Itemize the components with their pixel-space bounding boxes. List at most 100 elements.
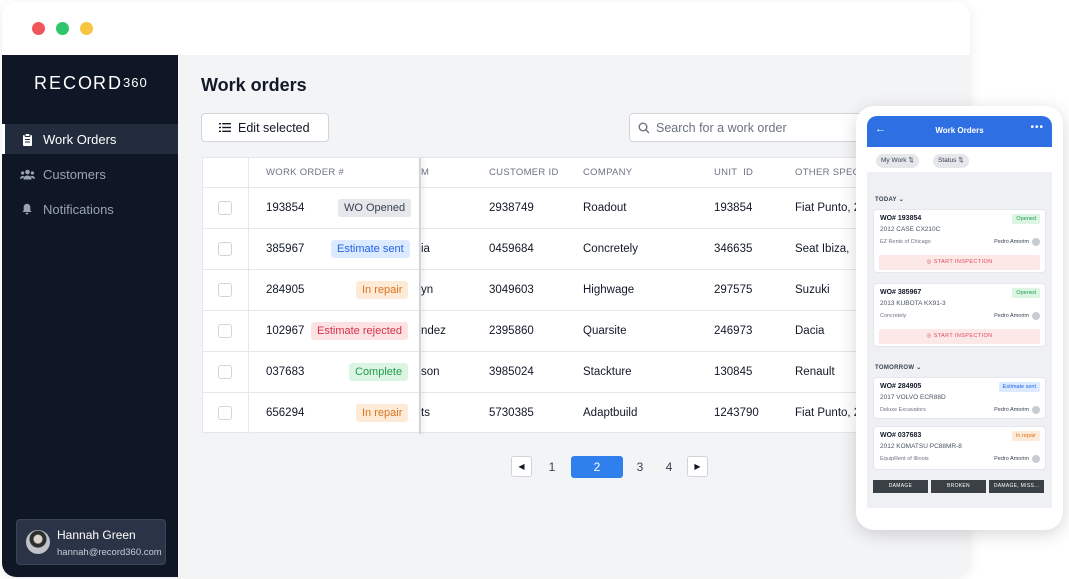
section-today[interactable]: TODAY ⌄ — [875, 196, 904, 203]
row-checkbox[interactable] — [218, 242, 232, 256]
start-inspection-button[interactable]: ◎ START INSPECTION — [879, 329, 1040, 344]
phone-work-order-card[interactable]: WO# 037683 2012 KOMATSU PC88MR-8 EquipRe… — [873, 426, 1046, 470]
start-inspection-button[interactable]: ◎ START INSPECTION — [879, 255, 1040, 270]
edit-selected-button[interactable]: Edit selected — [201, 113, 329, 142]
sticky-column-shadow — [419, 158, 421, 434]
sidebar-item-label: Notifications — [43, 201, 114, 217]
customer-id: 2938749 — [489, 202, 534, 214]
unit-id: 1243790 — [714, 407, 759, 419]
column-header-customer-id[interactable]: CUSTOMER ID — [489, 158, 559, 187]
table-row[interactable]: 284905 In repair yn 3049603 Highwage 297575 Su… — [203, 269, 970, 310]
table-row[interactable]: 102967 Estimate rejected ndez 2395860 Quarsi… — [203, 310, 970, 351]
damage-photo-thumb[interactable]: DAMAGE — [873, 480, 928, 493]
sidebar-item-work-orders[interactable]: Work Orders — [2, 124, 178, 154]
status-badge: In repair — [356, 281, 409, 299]
filter-status[interactable]: Status ⇅ — [933, 154, 969, 168]
card-wo-number: WO# 385967 — [880, 289, 922, 296]
work-order-number[interactable]: 037683 — [266, 352, 304, 392]
phone-work-order-card[interactable]: WO# 193854 2012 CASE CX210C EZ Rents of … — [873, 209, 1046, 273]
card-status-badge: In repair — [1011, 431, 1040, 441]
sidebar-item-customers[interactable]: Customers — [2, 159, 178, 189]
sort-icon: ⇅ — [958, 157, 964, 164]
work-order-number[interactable]: 385967 — [266, 229, 304, 269]
avatar — [26, 530, 50, 554]
user-name: Hannah Green — [57, 528, 136, 542]
section-tomorrow[interactable]: TOMORROW ⌄ — [875, 364, 922, 371]
table-row[interactable]: 656294 In repair ts 5730385 Adaptbuild 124379… — [203, 392, 970, 433]
work-order-number[interactable]: 656294 — [266, 393, 304, 433]
card-wo-number: WO# 193854 — [880, 215, 922, 222]
customer-name-fragment: yn — [421, 284, 434, 296]
clipboard-icon — [19, 132, 35, 146]
person-icon — [1032, 406, 1040, 414]
card-company: EZ Rents of Chicago — [880, 239, 931, 245]
table-row[interactable]: 193854 WO Opened 2938749 Roadout 193854 Fiat … — [203, 187, 970, 228]
company: Roadout — [583, 202, 627, 214]
page-4-button[interactable]: 4 — [656, 456, 682, 478]
customer-id: 5730385 — [489, 407, 534, 419]
row-checkbox[interactable] — [218, 201, 232, 215]
page-1-button[interactable]: 1 — [539, 456, 565, 478]
page-3-button[interactable]: 3 — [627, 456, 653, 478]
company: Concretely — [583, 243, 638, 255]
card-model: 2012 CASE CX210C — [880, 226, 941, 233]
user-email: hannah@record360.com — [57, 547, 162, 558]
table-row[interactable]: 385967 Estimate sent ia 0459684 Concretely 34… — [203, 228, 970, 269]
target-icon: ◎ — [926, 333, 932, 339]
page-2-button[interactable]: 2 — [571, 456, 623, 478]
person-icon — [1032, 238, 1040, 246]
chevron-left-icon: ◀ — [518, 462, 525, 471]
previous-page-button[interactable]: ◀ — [511, 456, 532, 477]
maximize-window-button[interactable] — [56, 22, 69, 35]
search-box[interactable] — [629, 113, 879, 142]
damage-photo-thumb[interactable]: DAMAGE, MISS... — [989, 480, 1044, 493]
card-company: Deluxe Excavators — [880, 407, 926, 413]
card-assignee: Pedro Amorim — [994, 456, 1029, 462]
search-input[interactable] — [656, 120, 866, 135]
next-page-button[interactable]: ▶ — [687, 456, 708, 477]
phone-work-order-card[interactable]: WO# 284905 2017 VOLVO ECR88D Deluxe Exca… — [873, 377, 1046, 419]
column-header-name[interactable]: ME — [421, 158, 429, 187]
column-header-unit-id[interactable]: UNIT ID — [714, 158, 753, 187]
more-icon[interactable]: ••• — [1030, 122, 1044, 133]
chevron-right-icon: ▶ — [694, 462, 701, 471]
card-wo-number: WO# 037683 — [880, 432, 922, 439]
column-header-company[interactable]: COMPANY — [583, 158, 632, 187]
company: Highwage — [583, 284, 635, 296]
phone-work-order-card[interactable]: WO# 385967 2013 KUBOTA KX91-3 Concretely… — [873, 283, 1046, 347]
customer-id: 2395860 — [489, 325, 534, 337]
other-specs: Seat Ibiza, 20 — [795, 243, 850, 255]
customer-id: 3985024 — [489, 366, 534, 378]
work-order-number[interactable]: 102967 — [266, 311, 304, 351]
table-row[interactable]: 037683 Complete son 3985024 Stackture 130845 R… — [203, 351, 970, 392]
row-checkbox[interactable] — [218, 406, 232, 420]
user-profile-card[interactable]: Hannah Green hannah@record360.com — [16, 519, 166, 565]
company: Quarsite — [583, 325, 627, 337]
damage-photo-thumb[interactable]: BROKEN — [931, 480, 986, 493]
row-checkbox[interactable] — [218, 365, 232, 379]
damage-photo-strip: DAMAGE BROKEN DAMAGE, MISS... — [873, 480, 1046, 494]
close-window-button[interactable] — [32, 22, 45, 35]
other-specs: Fiat Punto, 2 — [795, 202, 861, 214]
minimize-window-button[interactable] — [80, 22, 93, 35]
filter-my-work[interactable]: My Work ⇅ — [876, 154, 919, 168]
person-icon — [1032, 312, 1040, 320]
other-specs: Fiat Punto, 2 — [795, 407, 861, 419]
unit-id: 297575 — [714, 284, 753, 296]
card-company: EquipRent of Illinois — [880, 456, 929, 462]
unit-id: 346635 — [714, 243, 753, 255]
sidebar-item-label: Work Orders — [43, 131, 117, 147]
column-header-work-order[interactable]: WORK ORDER # — [266, 158, 344, 187]
card-company: Concretely — [880, 313, 907, 319]
sidebar-item-notifications[interactable]: Notifications — [2, 194, 178, 224]
row-checkbox[interactable] — [218, 324, 232, 338]
chevron-down-icon: ⌄ — [916, 365, 922, 371]
work-order-number[interactable]: 193854 — [266, 188, 304, 228]
phone-screen: ← Work Orders ••• My Work ⇅ Status ⇅ TOD… — [867, 116, 1052, 520]
row-checkbox[interactable] — [218, 283, 232, 297]
work-order-number[interactable]: 284905 — [266, 270, 304, 310]
app-logo[interactable]: RECORD360 — [34, 73, 148, 94]
work-orders-table: WORK ORDER # ME CUSTOMER ID COMPANY UNIT… — [202, 157, 970, 434]
sidebar: RECORD360 Work Orders Customers Notifica… — [2, 55, 178, 577]
unit-id: 130845 — [714, 366, 753, 378]
